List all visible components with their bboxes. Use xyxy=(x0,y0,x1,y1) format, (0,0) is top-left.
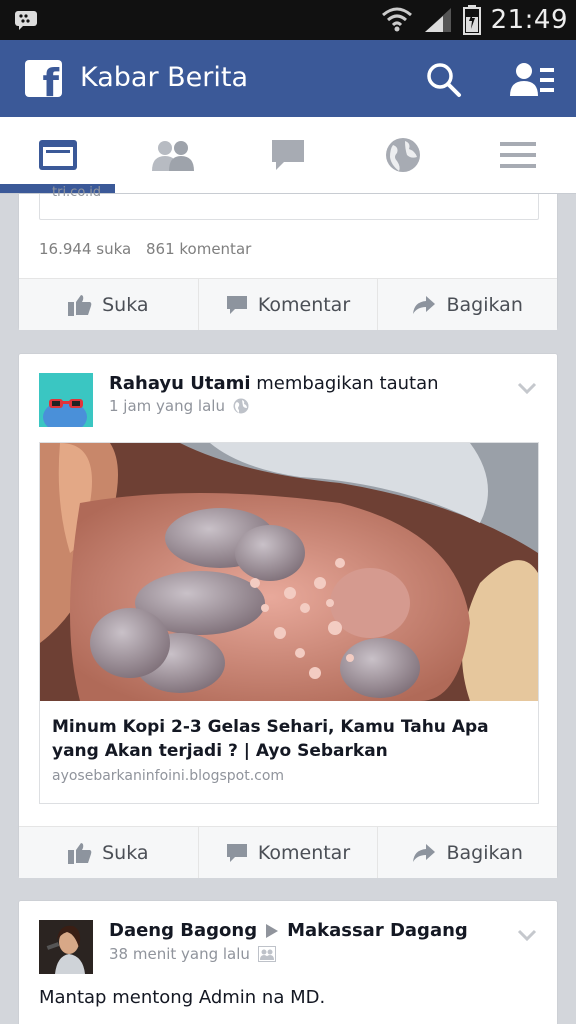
comment-icon xyxy=(226,295,247,314)
friend-list-icon[interactable] xyxy=(508,60,556,100)
chevron-down-icon[interactable] xyxy=(517,382,537,394)
like-button[interactable]: Suka xyxy=(19,827,199,878)
like-label: Suka xyxy=(102,293,149,316)
status-bar: 21:49 xyxy=(0,0,576,40)
battery-charging-icon xyxy=(462,5,481,35)
link-domain: tri.co.id xyxy=(52,185,102,200)
link-preview[interactable]: Minum Kopi 2-3 Gelas Sehari, Kamu Tahu A… xyxy=(39,442,539,804)
comment-count: 861 komentar xyxy=(145,240,252,258)
chat-icon xyxy=(271,140,304,170)
feed-story: Rahayu Utami membagikan tautan 1 jam yan… xyxy=(18,353,558,878)
group-name[interactable]: Makassar Dagang xyxy=(287,920,468,941)
story-header: Rahayu Utami membagikan tautan xyxy=(109,373,439,394)
facebook-logo-icon[interactable]: f xyxy=(25,60,62,97)
share-arrow-icon xyxy=(413,295,436,314)
thumbs-up-icon xyxy=(68,842,92,864)
wifi-icon xyxy=(381,7,412,32)
thumbs-up-icon xyxy=(68,294,92,316)
signal-icon xyxy=(424,8,451,32)
bbm-icon xyxy=(15,11,37,30)
link-preview-image xyxy=(40,443,538,701)
chevron-down-icon[interactable] xyxy=(517,929,537,941)
tab-more[interactable] xyxy=(460,117,575,193)
time-label: 38 menit yang lalu xyxy=(109,945,250,963)
link-title: Minum Kopi 2-3 Gelas Sehari, Kamu Tahu A… xyxy=(52,717,489,761)
story-actions: Suka Komentar Bagikan xyxy=(19,278,557,330)
triangle-right-icon xyxy=(266,923,279,938)
story-stats[interactable]: 16.944 suka 861 komentar xyxy=(39,240,261,258)
group-icon xyxy=(257,946,276,962)
link-preview[interactable]: tri.co.id xyxy=(39,185,539,220)
menu-icon xyxy=(499,142,536,168)
share-label: Bagikan xyxy=(446,841,523,864)
comment-button[interactable]: Komentar xyxy=(199,279,379,330)
avatar[interactable] xyxy=(39,920,93,974)
tab-notifications[interactable] xyxy=(345,117,460,193)
tab-news-feed[interactable] xyxy=(0,117,115,193)
time-label: 1 jam yang lalu xyxy=(109,397,225,415)
globe-icon xyxy=(385,138,420,172)
status-time: 21:49 xyxy=(490,5,568,35)
story-message: Mantap mentong Admin na MD. xyxy=(39,987,326,1008)
share-label: Bagikan xyxy=(446,293,523,316)
comment-label: Komentar xyxy=(257,293,351,316)
like-label: Suka xyxy=(102,841,149,864)
news-feed-icon xyxy=(38,140,77,170)
comment-label: Komentar xyxy=(257,841,351,864)
story-timestamp[interactable]: 38 menit yang lalu xyxy=(109,945,276,963)
author-name[interactable]: Daeng Bagong xyxy=(109,920,257,941)
share-arrow-icon xyxy=(413,843,436,862)
story-verb: membagikan tautan xyxy=(256,373,439,394)
tab-friend-requests[interactable] xyxy=(115,117,230,193)
like-button[interactable]: Suka xyxy=(19,279,199,330)
author-name[interactable]: Rahayu Utami xyxy=(109,373,251,394)
globe-icon xyxy=(233,398,249,414)
feed-story: Daeng Bagong Makassar Dagang 38 menit ya… xyxy=(18,900,558,1024)
story-header: Daeng Bagong Makassar Dagang xyxy=(109,920,468,941)
share-button[interactable]: Bagikan xyxy=(378,827,557,878)
story-actions: Suka Komentar Bagikan xyxy=(19,826,557,878)
tab-messages[interactable] xyxy=(230,117,345,193)
share-button[interactable]: Bagikan xyxy=(378,279,557,330)
avatar[interactable] xyxy=(39,373,93,427)
page-title: Kabar Berita xyxy=(80,62,249,93)
link-domain: ayosebarkaninfoini.blogspot.com xyxy=(52,768,285,784)
tab-bar xyxy=(0,117,576,194)
app-header: f Kabar Berita xyxy=(0,40,576,117)
comment-button[interactable]: Komentar xyxy=(199,827,379,878)
like-count: 16.944 suka xyxy=(39,240,132,258)
friends-icon xyxy=(151,141,194,171)
story-timestamp[interactable]: 1 jam yang lalu xyxy=(109,397,249,415)
comment-icon xyxy=(226,843,247,862)
search-icon[interactable] xyxy=(424,60,464,100)
feed-story: tri.co.id 16.944 suka 861 komentar Suka … xyxy=(18,185,558,330)
